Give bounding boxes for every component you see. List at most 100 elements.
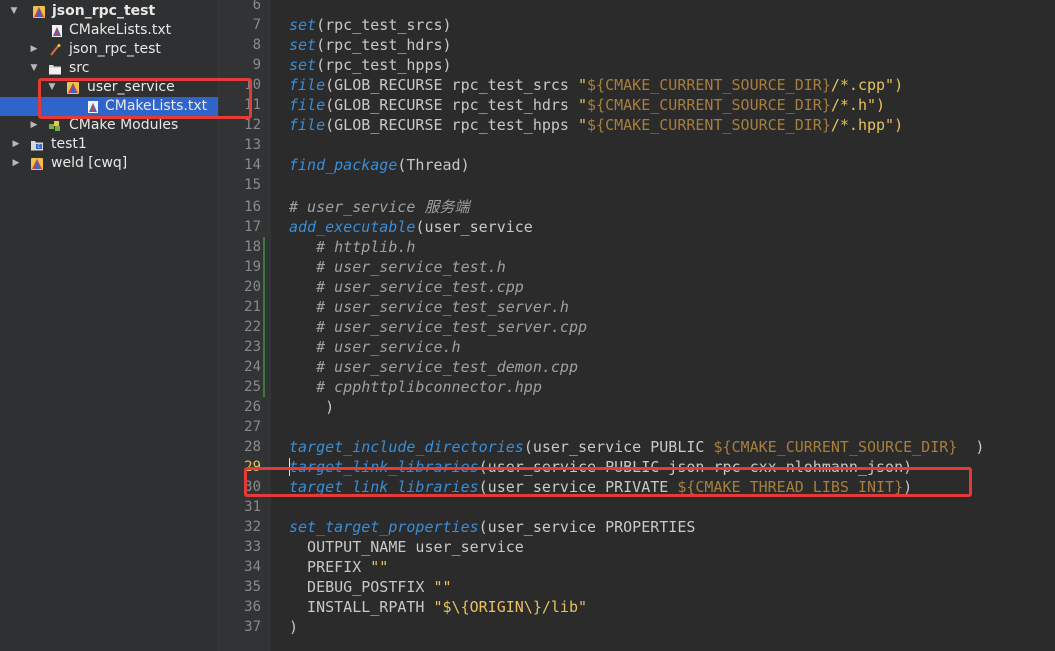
- code-line[interactable]: ): [289, 617, 298, 637]
- code-line[interactable]: # user_service_test.h: [289, 257, 506, 277]
- expand-arrow-down-icon[interactable]: ▼: [28, 59, 40, 78]
- code-line[interactable]: # user_service_test_demon.cpp: [289, 357, 578, 377]
- code-token: "": [370, 558, 389, 576]
- code-token: ): [289, 398, 335, 416]
- cmake-project-icon: [32, 5, 46, 19]
- code-token: # user_service_test.h: [316, 258, 506, 276]
- code-token: find_package: [289, 156, 398, 174]
- code-token: # cpphttplibconnector.hpp: [316, 378, 542, 396]
- code-line[interactable]: file(GLOB_RECURSE rpc_test_srcs "${CMAKE…: [289, 75, 903, 95]
- code-line[interactable]: PREFIX "": [289, 557, 388, 577]
- code-line[interactable]: # user_service.h: [289, 337, 461, 357]
- code-token: (user_service PROPERTIES: [478, 518, 696, 536]
- code-token: (rpc_test_srcs): [316, 16, 452, 34]
- tree-item[interactable]: ▼ src: [0, 59, 218, 78]
- line-number: 34: [244, 559, 261, 575]
- svg-text:C: C: [38, 144, 41, 149]
- code-token: file: [289, 76, 326, 94]
- code-token: set: [289, 36, 317, 54]
- expand-arrow-down-icon[interactable]: ▼: [8, 2, 20, 21]
- tree-item[interactable]: ▶ weld [cwq]: [0, 154, 218, 173]
- line-number: 24: [244, 359, 261, 375]
- line-number: 32: [244, 519, 261, 535]
- code-line[interactable]: DEBUG_POSTFIX "": [289, 577, 452, 597]
- code-token: set: [289, 56, 317, 74]
- code-token: INSTALL_RPATH: [289, 598, 434, 616]
- expand-arrow-right-icon[interactable]: ▶: [28, 116, 40, 135]
- line-number: 37: [244, 619, 261, 635]
- code-line[interactable]: set(rpc_test_hdrs): [289, 35, 452, 55]
- code-line[interactable]: target_include_directories(user_service …: [289, 437, 984, 457]
- code-token: (GLOB_RECURSE rpc_test_hpps: [325, 116, 578, 134]
- code-token: ${CMAKE_CURRENT_SOURCE_DIR}: [587, 96, 831, 114]
- cmake-file-icon: [50, 24, 64, 38]
- tree-item-label: test1: [51, 136, 87, 152]
- tree-item[interactable]: CMakeLists.txt: [0, 21, 218, 40]
- code-token: ": [578, 116, 588, 134]
- expand-arrow-right-icon[interactable]: ▶: [10, 154, 22, 173]
- code-line[interactable]: INSTALL_RPATH "$\{ORIGIN\}/lib": [289, 597, 587, 617]
- cmake-project-icon: [30, 157, 44, 171]
- code-line[interactable]: file(GLOB_RECURSE rpc_test_hpps "${CMAKE…: [289, 115, 903, 135]
- code-token: "": [433, 578, 452, 596]
- line-number: 6: [252, 0, 261, 13]
- line-number: 7: [252, 17, 261, 33]
- code-token: # user_service_test.cpp: [316, 278, 524, 296]
- line-number: 22: [244, 319, 261, 335]
- tree-item[interactable]: ▼ json_rpc_test: [0, 2, 218, 21]
- code-line[interactable]: # user_service_test.cpp: [289, 277, 524, 297]
- code-line[interactable]: ): [289, 397, 334, 417]
- code-line[interactable]: find_package(Thread): [289, 155, 470, 175]
- line-number: 17: [244, 219, 261, 235]
- line-number: 35: [244, 579, 261, 595]
- code-line[interactable]: set_target_properties(user_service PROPE…: [289, 517, 695, 537]
- project-icon: C: [30, 138, 44, 152]
- code-line[interactable]: OUTPUT_NAME user_service: [289, 537, 524, 557]
- line-number: 25: [244, 379, 261, 395]
- code-token: set: [289, 16, 317, 34]
- line-number: 21: [244, 299, 261, 315]
- code-token: (GLOB_RECURSE rpc_test_srcs: [325, 76, 578, 94]
- code-token: "$\{ORIGIN\}/lib": [433, 598, 588, 616]
- code-token: PREFIX: [289, 558, 371, 576]
- code-token: /*.hpp"): [830, 116, 904, 134]
- code-line[interactable]: # cpphttplibconnector.hpp: [289, 377, 542, 397]
- code-token: # user_service.h: [316, 338, 461, 356]
- code-token: # user_service_test_demon.cpp: [316, 358, 578, 376]
- code-token: ": [578, 76, 588, 94]
- code-highlight-box: [244, 467, 972, 497]
- expand-arrow-right-icon[interactable]: ▶: [28, 40, 40, 59]
- code-token: ): [289, 618, 299, 636]
- code-token: /*.cpp"): [830, 76, 904, 94]
- code-line[interactable]: file(GLOB_RECURSE rpc_test_hdrs "${CMAKE…: [289, 95, 885, 115]
- executable-target-icon: [48, 43, 62, 57]
- tree-item[interactable]: ▶ json_rpc_test: [0, 40, 218, 59]
- line-number: 18: [244, 239, 261, 255]
- line-number: 16: [244, 199, 261, 215]
- expand-arrow-right-icon[interactable]: ▶: [10, 135, 22, 154]
- line-number: 33: [244, 539, 261, 555]
- code-line[interactable]: # user_service_test_server.cpp: [289, 317, 587, 337]
- code-line[interactable]: set(rpc_test_srcs): [289, 15, 452, 35]
- line-number: 26: [244, 399, 261, 415]
- code-token: ${CMAKE_CURRENT_SOURCE_DIR}: [587, 116, 831, 134]
- code-token: (GLOB_RECURSE rpc_test_hdrs: [325, 96, 578, 114]
- code-line[interactable]: set(rpc_test_hpps): [289, 55, 452, 75]
- code-line[interactable]: # httplib.h: [289, 237, 415, 257]
- code-token: OUTPUT_NAME user_service: [289, 538, 524, 556]
- code-token: (user_service: [415, 218, 533, 236]
- tree-item[interactable]: ▶ Ctest1: [0, 135, 218, 154]
- code-line[interactable]: # user_service 服务端: [289, 197, 469, 217]
- code-line[interactable]: add_executable(user_service: [289, 217, 533, 237]
- code-editor[interactable]: 6 7 8 9 10 11 12 13 14 15 16 17 18 19 20 21 22 23 24 25 26 27…: [219, 0, 1055, 651]
- line-number: 31: [244, 499, 261, 515]
- line-number: 23: [244, 339, 261, 355]
- code-token: file: [289, 116, 326, 134]
- code-line[interactable]: # user_service_test_server.h: [289, 297, 569, 317]
